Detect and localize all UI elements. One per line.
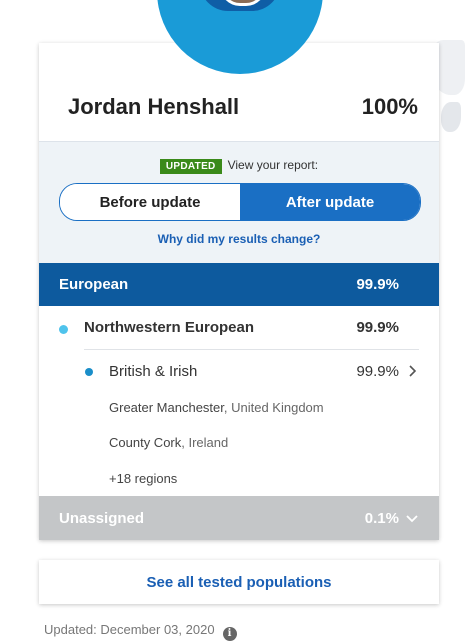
- subregion-item[interactable]: Greater Manchester, United Kingdom: [109, 400, 324, 415]
- legend-dot: [85, 368, 93, 376]
- region-value: 99.9%: [356, 319, 399, 336]
- region-northwestern-row[interactable]: Northwestern European 99.9%: [39, 306, 439, 350]
- region-unassigned-row[interactable]: Unassigned 0.1%: [39, 496, 439, 540]
- chevron-down-icon[interactable]: [405, 512, 419, 526]
- updated-date-footer: Updated: December 03, 2020 i: [44, 622, 237, 641]
- subregion-place: Greater Manchester: [109, 400, 224, 415]
- subregion-item[interactable]: County Cork, Ireland: [109, 435, 228, 450]
- map-land-shape: [441, 102, 461, 132]
- chevron-right-icon[interactable]: [405, 364, 419, 378]
- region-label: British & Irish: [109, 363, 198, 380]
- after-update-button[interactable]: After update: [240, 184, 420, 220]
- region-value: 0.1%: [364, 510, 399, 527]
- ethnicity-estimate-card: Jordan Henshall 100% UPDATED View your re…: [39, 43, 439, 540]
- region-label: Northwestern European: [84, 319, 255, 336]
- subregion-place: County Cork: [109, 435, 182, 450]
- avatar-frame: [200, 0, 280, 11]
- region-value: 99.9%: [356, 276, 399, 293]
- region-label: Unassigned: [59, 510, 145, 527]
- report-version-toggle: Before update After update: [59, 183, 421, 221]
- see-all-populations-button[interactable]: See all tested populations: [39, 560, 439, 604]
- update-prompt-row: UPDATED View your report:: [39, 158, 439, 174]
- region-european-row[interactable]: European 99.9%: [39, 263, 439, 306]
- more-regions-link[interactable]: +18 regions: [109, 471, 177, 486]
- subregion-country: , Ireland: [181, 435, 229, 450]
- profile-name: Jordan Henshall: [68, 94, 240, 119]
- info-icon[interactable]: i: [222, 627, 237, 641]
- updated-date-text: Updated: December 03, 2020: [44, 622, 215, 637]
- view-report-label: View your report:: [227, 158, 319, 172]
- region-british-irish-row[interactable]: British & Irish 99.9%: [39, 350, 439, 394]
- avatar[interactable]: [220, 0, 266, 6]
- why-results-changed-link[interactable]: Why did my results change?: [39, 232, 439, 246]
- before-update-button[interactable]: Before update: [60, 184, 240, 220]
- subregion-country: , United Kingdom: [223, 400, 324, 415]
- updated-badge: UPDATED: [159, 159, 222, 174]
- region-value: 99.9%: [356, 363, 399, 380]
- legend-dot: [59, 325, 68, 334]
- total-percent: 100%: [361, 94, 418, 119]
- region-label: European: [59, 276, 129, 293]
- update-panel: UPDATED View your report: Before update A…: [39, 141, 439, 264]
